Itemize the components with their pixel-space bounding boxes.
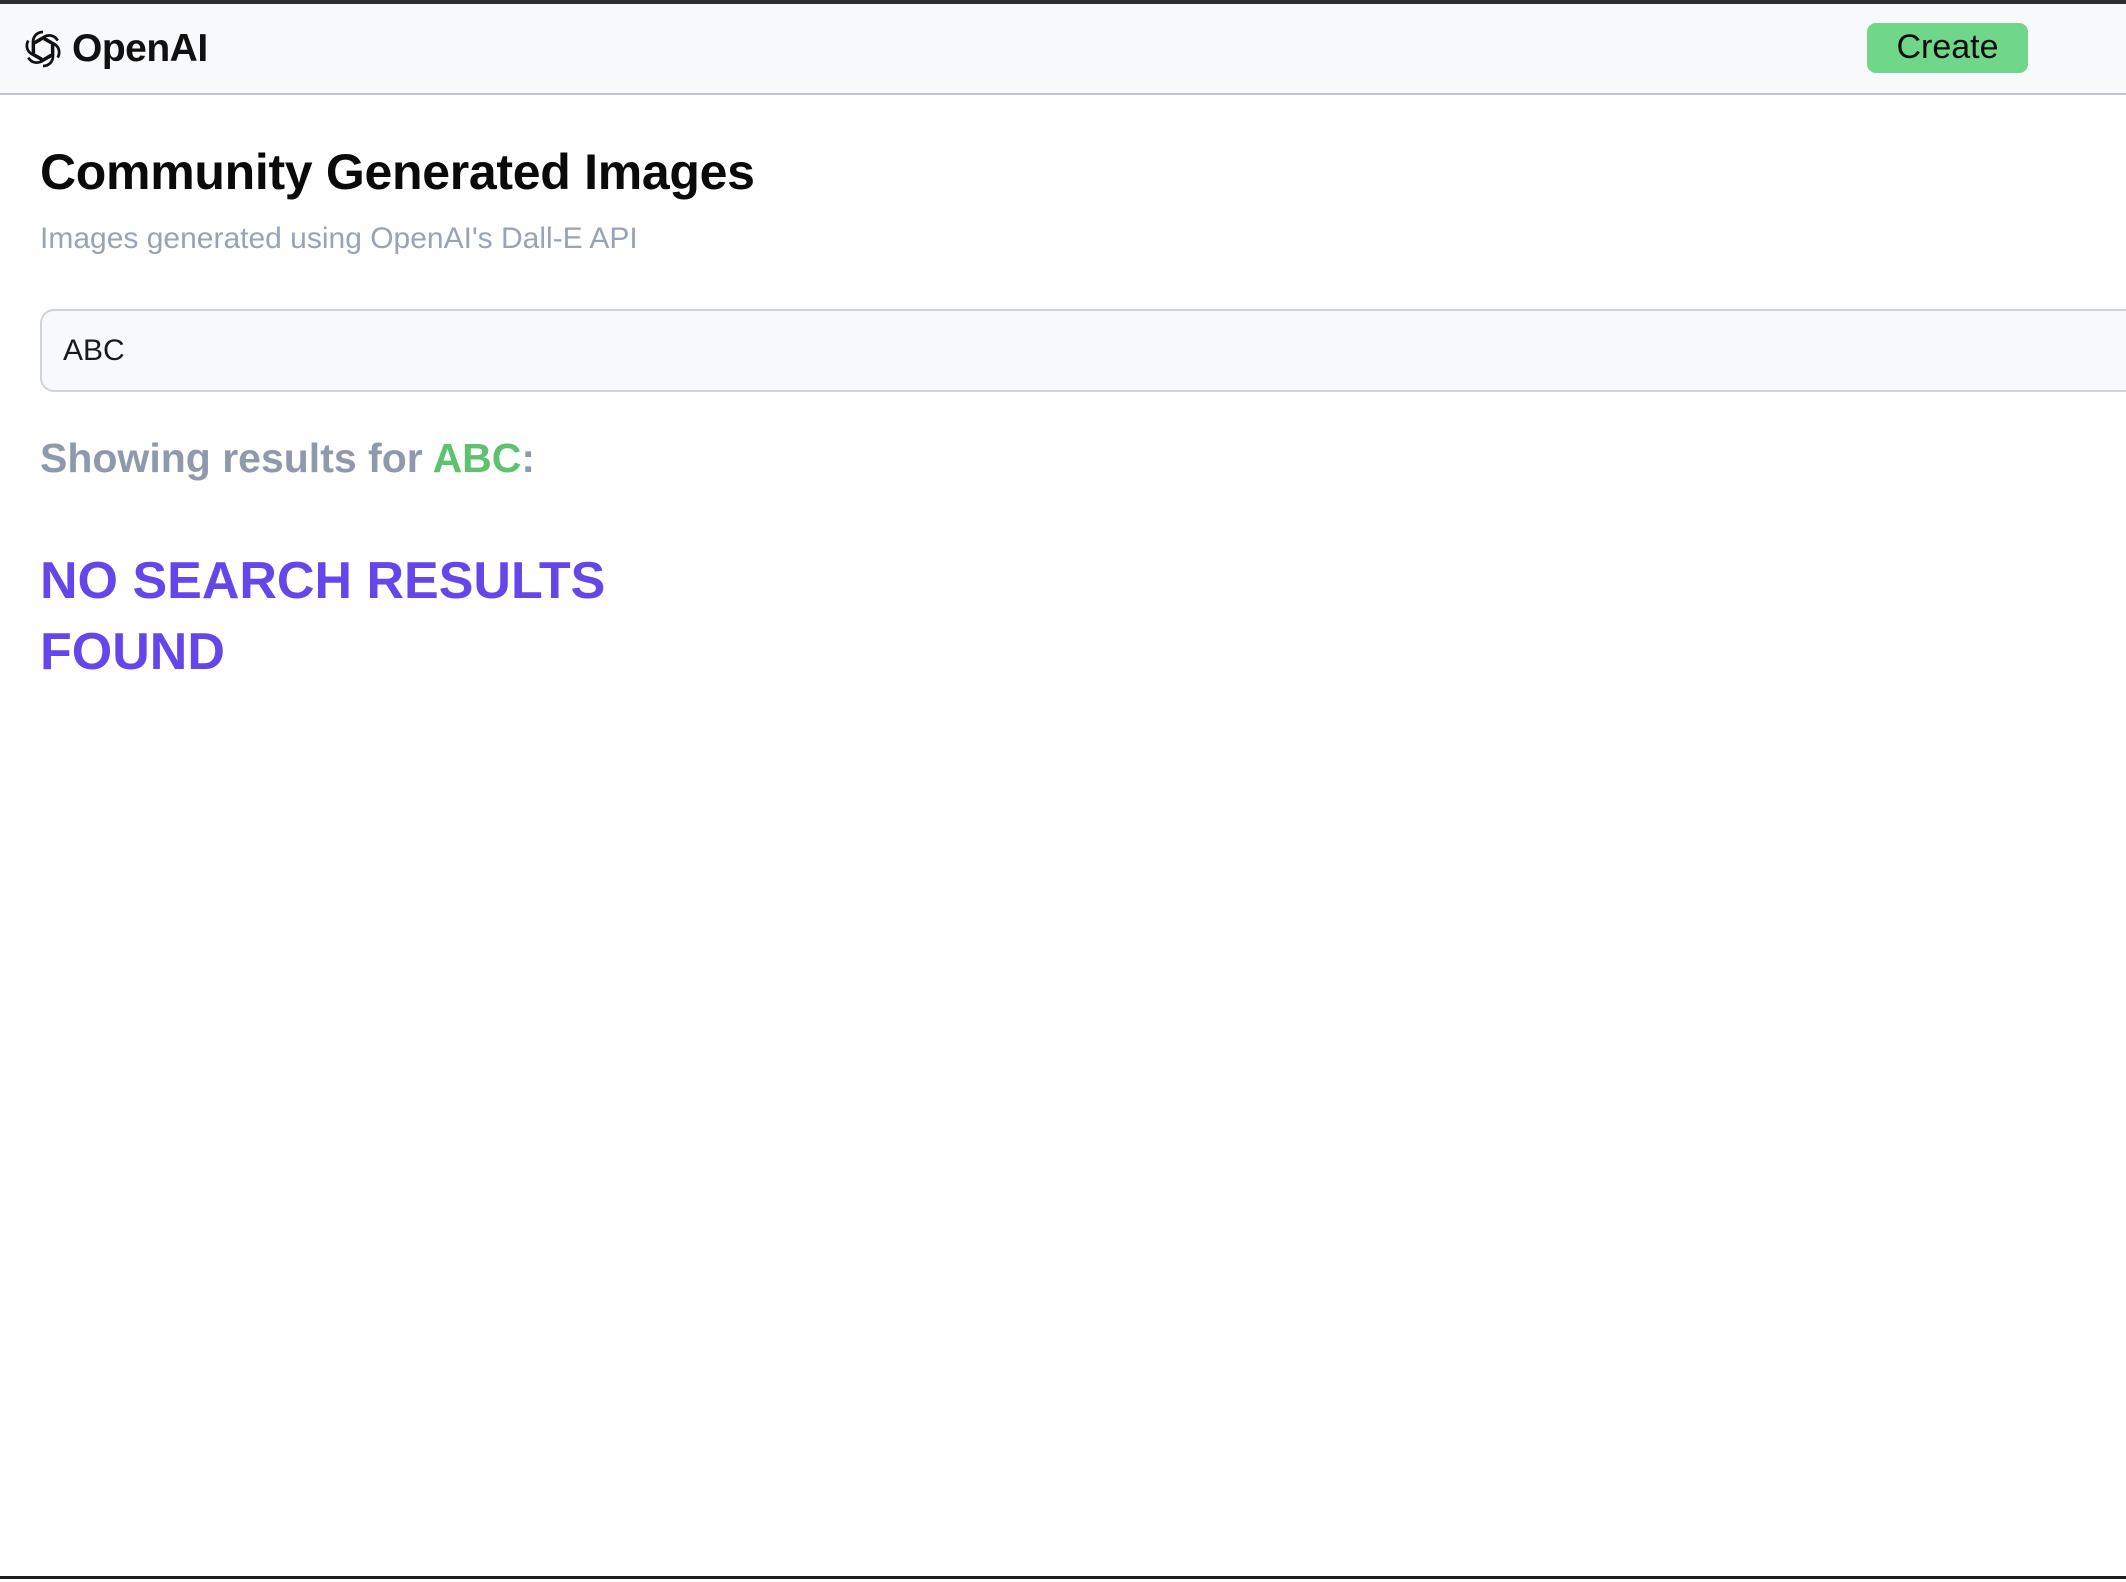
search-results-heading: Showing results for ABC: <box>40 435 535 482</box>
no-results-message: NO SEARCH RESULTS FOUND <box>40 552 606 681</box>
top-navbar: OpenAI Create <box>0 4 2126 95</box>
results-suffix: : <box>521 435 536 481</box>
brand-logo-link[interactable]: OpenAI <box>18 23 208 75</box>
search-input[interactable] <box>40 309 2126 392</box>
brand-name: OpenAI <box>72 27 208 70</box>
page-title: Community Generated Images <box>40 144 755 200</box>
openai-logo-icon <box>21 30 65 68</box>
results-prefix: Showing results for <box>40 435 433 481</box>
page-subtitle: Images generated using OpenAI's Dall-E A… <box>40 222 638 255</box>
app-window: OpenAI Create Community Generated Images… <box>0 0 2126 1579</box>
results-query: ABC <box>432 435 522 481</box>
create-button[interactable]: Create <box>1867 23 2028 73</box>
